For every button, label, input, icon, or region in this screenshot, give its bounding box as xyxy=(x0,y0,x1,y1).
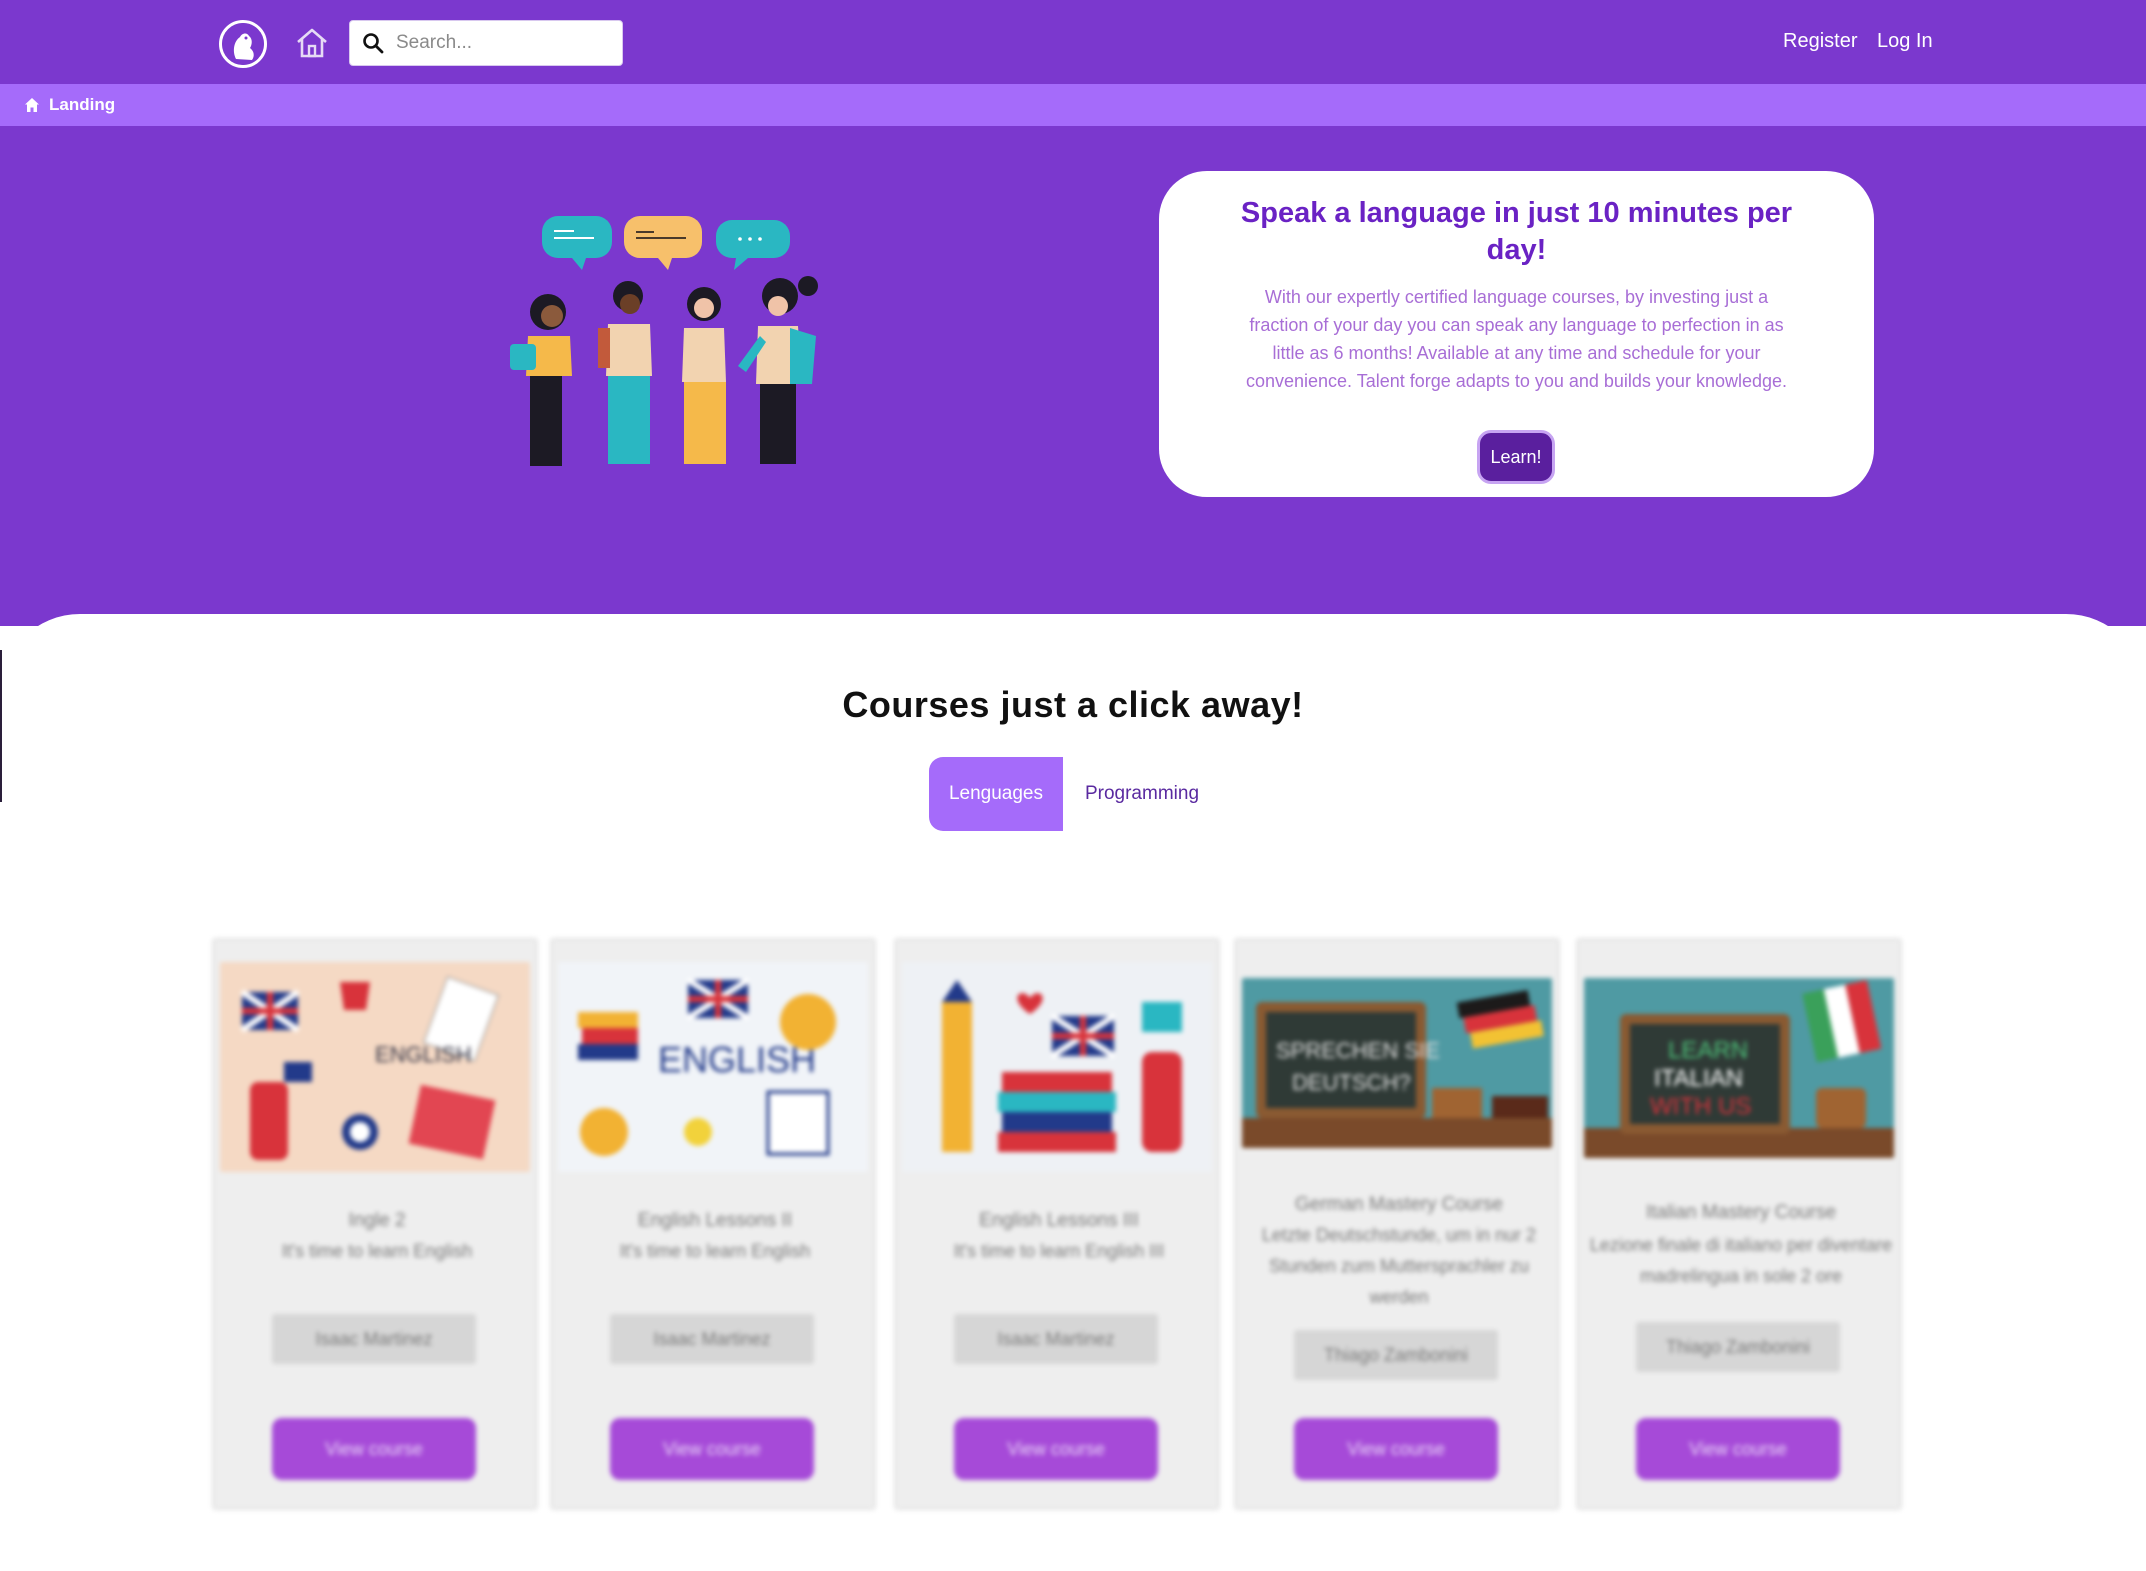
english-books-london-image xyxy=(902,962,1212,1172)
course-card: ENGLISH Ingle 2 It's time to learn Engli… xyxy=(212,938,538,1510)
italian-chalkboard-image: LEARN ITALIAN WITH US xyxy=(1584,978,1894,1158)
svg-text:WITH US: WITH US xyxy=(1650,1093,1751,1120)
course-card-title: German Mastery Course xyxy=(1294,1194,1503,1215)
svg-text:DEUTSCH?: DEUTSCH? xyxy=(1292,1070,1411,1095)
course-card: SPRECHEN SIE DEUTSCH? German Mastery Cou… xyxy=(1234,938,1560,1510)
course-card-title: English Lessons II xyxy=(637,1210,793,1231)
view-course-button[interactable]: View course xyxy=(1636,1418,1840,1480)
learn-button[interactable]: Learn! xyxy=(1477,430,1555,484)
german-chalkboard-image: SPRECHEN SIE DEUTSCH? xyxy=(1242,978,1552,1148)
svg-text:ITALIAN: ITALIAN xyxy=(1654,1065,1743,1092)
course-card-title: English Lessons III xyxy=(979,1210,1139,1231)
view-course-button[interactable]: View course xyxy=(954,1418,1158,1480)
view-course-button[interactable]: View course xyxy=(610,1418,814,1480)
course-card-author: Thiago Zambonini xyxy=(1636,1322,1840,1372)
svg-text:LEARN: LEARN xyxy=(1668,1037,1748,1064)
band-edge-divider xyxy=(0,650,2,802)
course-card-author: Isaac Martinez xyxy=(610,1314,814,1364)
breadcrumb: Landing xyxy=(0,84,2146,126)
breadcrumb-item-landing[interactable]: Landing xyxy=(49,95,115,115)
view-course-button[interactable]: View course xyxy=(1294,1418,1498,1480)
hero-section: Speak a language in just 10 minutes per … xyxy=(0,126,2146,626)
english-courses-image: ENGLISH xyxy=(558,962,868,1172)
search-input[interactable] xyxy=(396,29,611,57)
hero-description: With our expertly certified language cou… xyxy=(1245,287,1788,391)
course-card-author: Isaac Martinez xyxy=(272,1314,476,1364)
course-card-author: Thiago Zambonini xyxy=(1294,1330,1498,1380)
course-card: English Lessons III It's time to learn E… xyxy=(894,938,1220,1510)
tab-languages[interactable]: Lenguages xyxy=(929,757,1063,831)
course-card: ENGLISH English Lessons II It's time to … xyxy=(550,938,876,1510)
course-card-title: Italian Mastery Course xyxy=(1645,1202,1837,1223)
course-card-subtitle: Letzte Deutschstunde, um in nur 2 Stunde… xyxy=(1261,1225,1537,1307)
home-icon xyxy=(25,98,39,112)
course-card-author: Isaac Martinez xyxy=(954,1314,1158,1364)
people-talking-illustration xyxy=(490,216,850,506)
courses-section-title: Courses just a click away! xyxy=(842,684,1304,725)
top-navbar: Register Log In xyxy=(0,0,2146,84)
search-box xyxy=(349,20,623,66)
home-icon[interactable] xyxy=(293,24,331,62)
tab-programming[interactable]: Programming xyxy=(1063,757,1221,831)
course-card: LEARN ITALIAN WITH US Italian Mastery Co… xyxy=(1576,938,1902,1510)
svg-text:SPRECHEN SIE: SPRECHEN SIE xyxy=(1276,1038,1440,1063)
course-card-subtitle: It's time to learn English xyxy=(619,1241,811,1261)
login-link[interactable]: Log In xyxy=(1877,30,1933,53)
beaver-logo-icon[interactable] xyxy=(219,20,267,68)
english-lessons-image: ENGLISH xyxy=(220,962,530,1172)
course-card-title: Ingle 2 xyxy=(348,1210,406,1231)
course-card-subtitle: It's time to learn English xyxy=(281,1241,473,1261)
course-card-subtitle: It's time to learn English III xyxy=(953,1241,1165,1261)
view-course-button[interactable]: View course xyxy=(272,1418,476,1480)
course-card-subtitle: Lezione finale di italiano per diventare… xyxy=(1589,1235,1893,1286)
register-link[interactable]: Register xyxy=(1783,30,1857,53)
course-card-list: ENGLISH Ingle 2 It's time to learn Engli… xyxy=(0,930,2146,1530)
hero-title: Speak a language in just 10 minutes per … xyxy=(1240,197,1793,266)
search-icon xyxy=(363,33,384,54)
hero-card: Speak a language in just 10 minutes per … xyxy=(1159,171,1874,497)
svg-text:ENGLISH: ENGLISH xyxy=(375,1042,472,1067)
